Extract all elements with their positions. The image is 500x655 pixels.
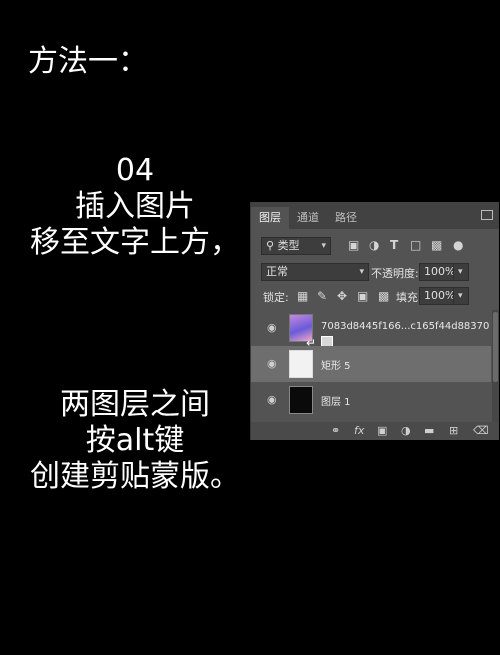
adjustment-icon[interactable]: ◑ — [401, 424, 411, 437]
chevron-down-icon: ▾ — [321, 241, 326, 251]
fill-label: 填充: — [396, 291, 422, 304]
chevron-down-icon: ▾ — [359, 267, 364, 277]
mask-icon[interactable]: ▣ — [377, 424, 387, 437]
lock-artboard-icon[interactable]: ▣ — [357, 288, 368, 304]
filter-label: 类型 — [277, 239, 300, 252]
new-layer-icon[interactable]: ⊞ — [449, 424, 458, 437]
note-line: 两图层之间 — [60, 387, 210, 422]
note-line: 创建剪贴蒙版。 — [30, 459, 240, 494]
eye-icon[interactable]: ◉ — [267, 394, 279, 405]
step-line: 插入图片 — [75, 189, 195, 224]
opacity-dropdown-icon[interactable]: ▾ — [453, 263, 469, 281]
layer-name: 7083d8445f166...c165f44d88370 — [321, 321, 490, 332]
adjustment-filter-icon[interactable]: ◑ — [369, 237, 379, 253]
step-number: 04 — [115, 153, 155, 188]
page-title: 方法一： — [28, 44, 148, 79]
step-text: 04 插入图片 移至文字上方， — [0, 153, 270, 261]
smart-filter-icon[interactable]: ▩ — [431, 237, 442, 253]
tab-channels[interactable]: 通道 — [289, 207, 327, 229]
step-line: 移至文字上方， — [30, 225, 240, 260]
blend-row: 正常 ▾ 不透明度: 100% ▾ — [251, 260, 499, 282]
lock-all-icon[interactable]: ▩ — [378, 288, 389, 304]
scrollbar-thumb[interactable] — [493, 312, 498, 382]
search-icon: ⚲ — [266, 239, 275, 252]
shape-filter-icon[interactable]: □ — [410, 237, 421, 253]
layer-thumbnail — [289, 386, 313, 414]
trash-icon[interactable]: ⌫ — [473, 424, 489, 437]
filter-select[interactable]: ⚲ 类型 ▾ — [261, 237, 331, 255]
blend-mode-select[interactable]: 正常 ▾ — [261, 263, 369, 281]
fx-icon[interactable]: fx — [354, 424, 364, 437]
layer-name: 矩形 5 — [321, 361, 351, 372]
link-icon[interactable]: ⚭ — [331, 424, 340, 437]
lock-transparency-icon[interactable]: ▦ — [297, 288, 308, 304]
eye-icon[interactable]: ◉ — [267, 322, 279, 333]
panel-bottom-bar: ⚭ fx ▣ ◑ ▬ ⊞ ⌫ — [251, 422, 499, 440]
note-text: 两图层之间 按alt键 创建剪贴蒙版。 — [0, 387, 270, 495]
lock-label: 锁定: — [263, 291, 289, 304]
layer-row[interactable]: ◉ 矩形 5 — [251, 346, 491, 382]
fill-field[interactable]: 100% — [419, 287, 457, 305]
opacity-label: 不透明度: — [371, 267, 419, 280]
tab-layers[interactable]: 图层 — [251, 207, 289, 229]
panel-menu-icon[interactable] — [481, 210, 493, 220]
note-line: 按alt键 — [85, 423, 185, 458]
layers-panel: 图层 通道 路径 ⚲ 类型 ▾ ▣ ◑ T □ ▩ ● 正常 ▾ 不透明度: 1… — [250, 202, 499, 440]
layer-list: ◉ 7083d8445f166...c165f44d88370 ↵ ◉ 矩形 5… — [251, 310, 499, 422]
layer-thumbnail — [289, 350, 313, 378]
panel-tabs: 图层 通道 路径 — [251, 202, 499, 229]
lock-position-icon[interactable]: ✥ — [337, 288, 347, 304]
layer-row[interactable]: ◉ 图层 1 — [251, 382, 491, 418]
tab-paths[interactable]: 路径 — [327, 207, 365, 229]
fill-dropdown-icon[interactable]: ▾ — [453, 287, 469, 305]
layer-row[interactable]: ◉ 7083d8445f166...c165f44d88370 — [251, 310, 491, 346]
type-filter-icon[interactable]: T — [390, 237, 398, 253]
folder-icon[interactable]: ▬ — [424, 424, 434, 437]
image-filter-icon[interactable]: ▣ — [348, 237, 359, 253]
filter-row: ⚲ 类型 ▾ ▣ ◑ T □ ▩ ● — [251, 234, 499, 256]
layer-name: 图层 1 — [321, 397, 351, 408]
eye-icon[interactable]: ◉ — [267, 358, 279, 369]
lock-row: 锁定: ▦ ✎ ✥ ▣ ▩ 填充: 100% ▾ — [251, 286, 499, 306]
lock-pixels-icon[interactable]: ✎ — [317, 288, 327, 304]
opacity-field[interactable]: 100% — [419, 263, 457, 281]
filter-toggle-icon[interactable]: ● — [453, 237, 463, 253]
blend-mode-value: 正常 — [266, 265, 288, 278]
